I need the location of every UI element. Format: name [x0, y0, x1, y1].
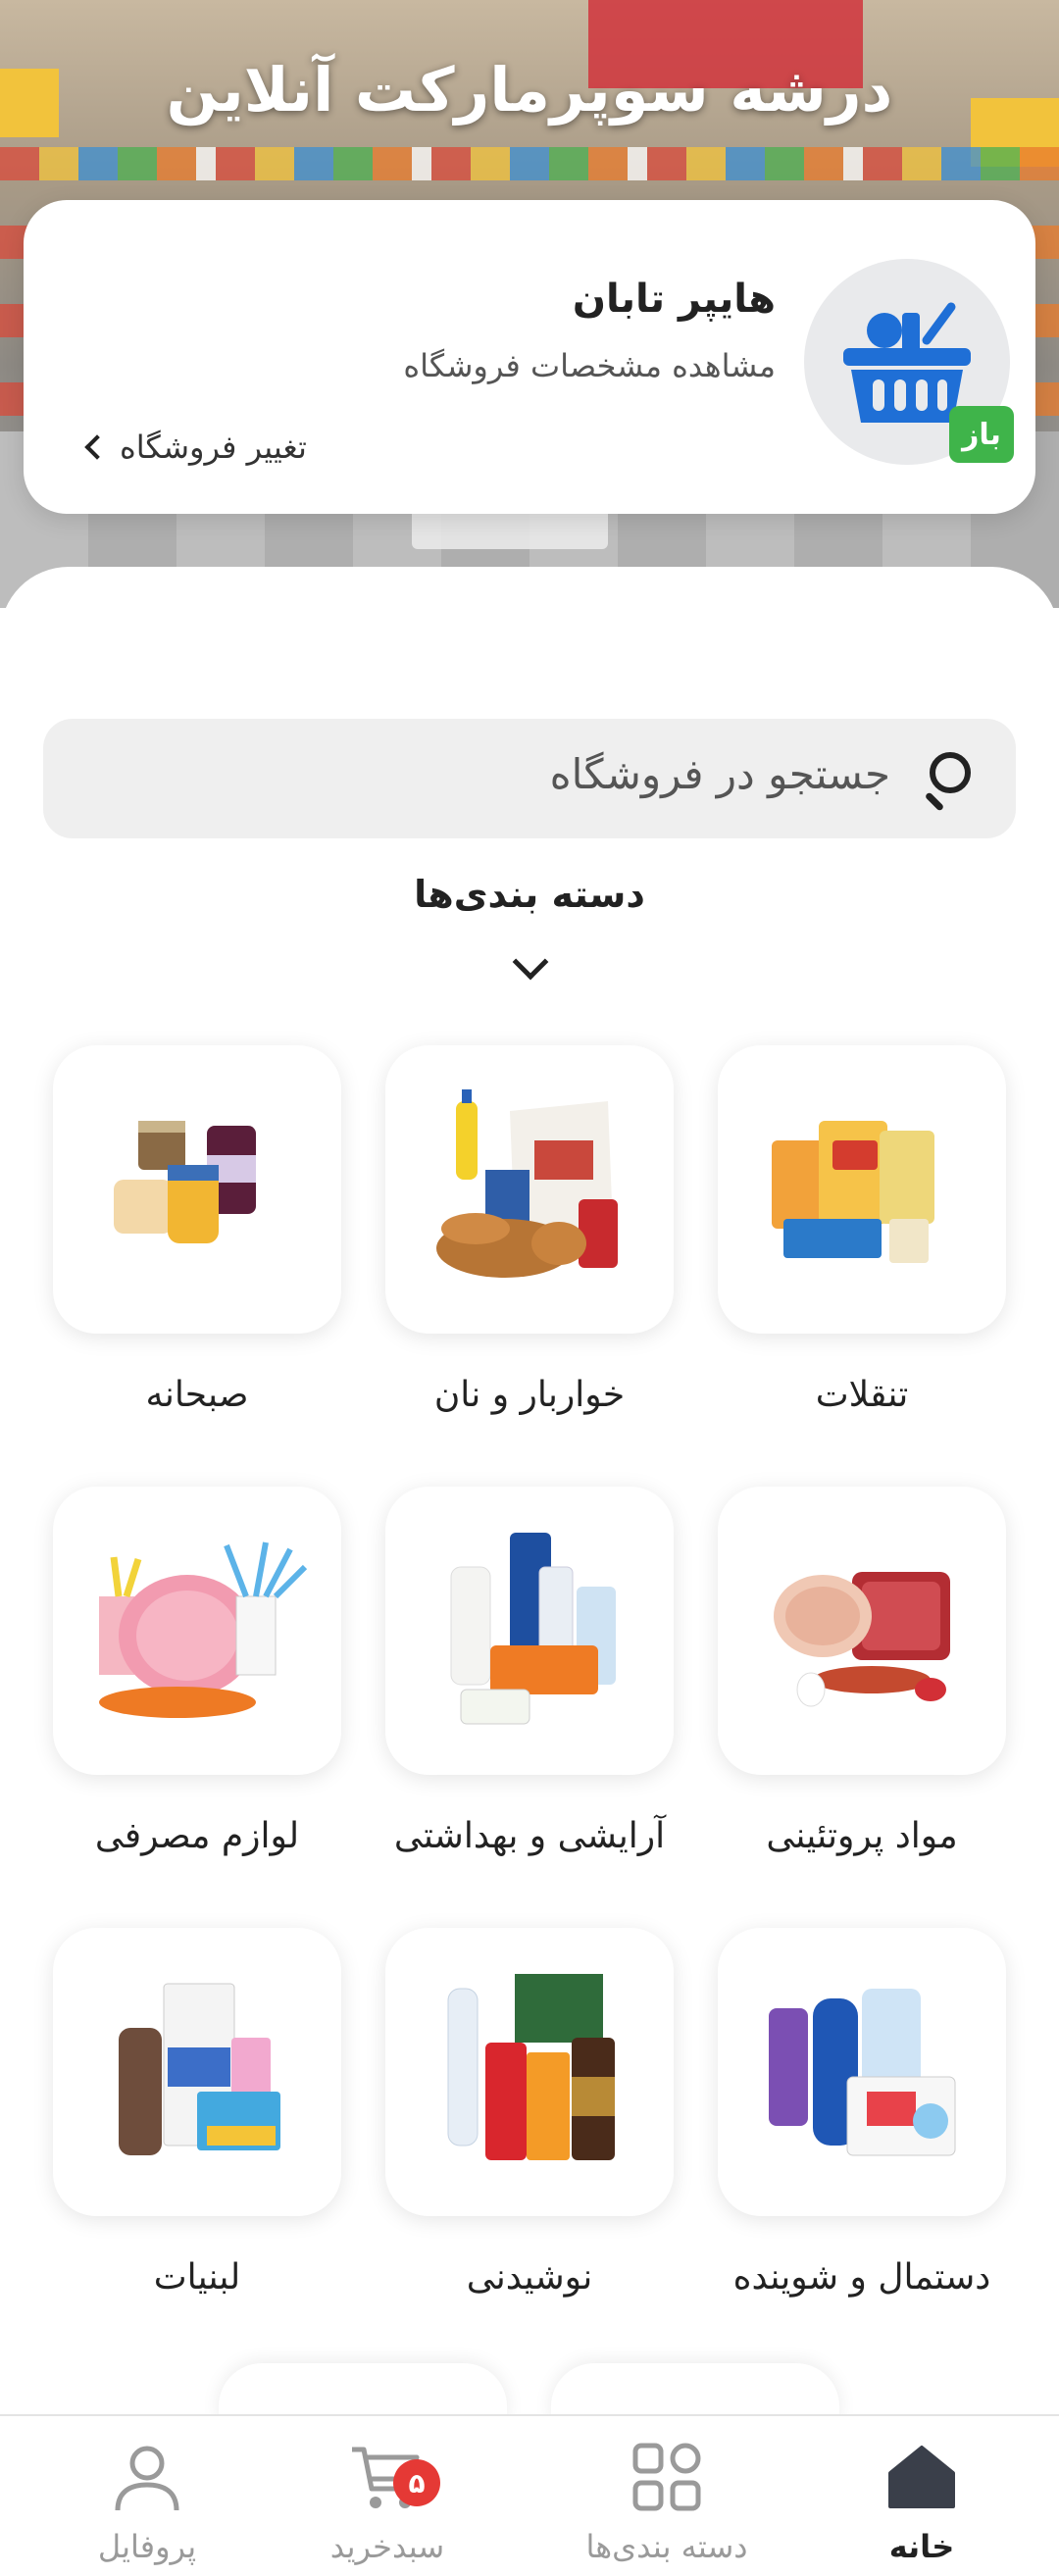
protein-image	[774, 1572, 950, 1707]
store-name: هایپر تابان	[572, 277, 776, 322]
nav-cart-label: سبدخرید	[329, 2528, 445, 2565]
snacks-image	[772, 1121, 934, 1263]
nav-profile-label: پروفایل	[97, 2528, 197, 2565]
category-tile[interactable]	[53, 1045, 341, 1334]
tissues-detergents-image	[769, 1989, 956, 2156]
nav-cart[interactable]: ۵ سبدخرید	[260, 2438, 515, 2565]
category-disposables[interactable]: لوازم مصرفی	[53, 1487, 341, 1856]
beverages-image	[447, 1974, 615, 2160]
category-breakfast[interactable]: صبحانه	[53, 1045, 341, 1415]
nav-categories[interactable]: دسته بندی‌ها	[539, 2438, 794, 2565]
change-store-link[interactable]: تغییر فروشگاه	[84, 429, 307, 466]
category-tile-peek	[551, 2363, 839, 2422]
app-title: درشه سوپرمارکت آنلاین	[166, 54, 893, 126]
cart-count-badge: ۵	[393, 2459, 440, 2506]
category-snacks[interactable]: تنقلات	[718, 1045, 1006, 1415]
bottom-nav: خانه دسته بندی‌ها ۵ سبدخرید	[0, 2414, 1059, 2576]
category-dairy[interactable]: لبنیات	[53, 1928, 341, 2298]
chevron-left-icon	[84, 434, 110, 460]
category-tile[interactable]	[53, 1487, 341, 1775]
category-tile-peek	[219, 2363, 507, 2422]
search-icon	[922, 748, 981, 812]
nav-home-label: خانه	[888, 2528, 955, 2565]
category-label: لبنیات	[153, 2257, 241, 2298]
status-badge: باز	[949, 406, 1014, 463]
category-label: آرایشی و بهداشتی	[393, 1816, 666, 1856]
category-label: خواربار و نان	[433, 1375, 626, 1415]
category-tile[interactable]	[53, 1928, 341, 2216]
category-tile[interactable]	[718, 1045, 1006, 1334]
store-details-link[interactable]: مشاهده مشخصات فروشگاه	[403, 347, 776, 384]
search-input[interactable]: جستجو در فروشگاه	[43, 719, 1016, 838]
grid-icon	[628, 2438, 706, 2516]
user-icon	[108, 2438, 186, 2516]
category-label: صبحانه	[145, 1375, 249, 1415]
category-tile[interactable]	[718, 1487, 1006, 1775]
hero-bg-shelf	[0, 147, 1059, 180]
category-label: نوشیدنی	[466, 2257, 593, 2298]
category-tile[interactable]	[385, 1045, 674, 1334]
category-tile[interactable]	[385, 1487, 674, 1775]
breakfast-image	[114, 1121, 256, 1243]
change-store-label: تغییر فروشگاه	[120, 429, 307, 466]
cart-icon: ۵	[348, 2438, 440, 2516]
home-icon	[882, 2438, 961, 2516]
category-protein[interactable]: مواد پروتئینی	[718, 1487, 1006, 1856]
category-tile[interactable]	[718, 1928, 1006, 2216]
category-cosmetics-hygiene[interactable]: آرایشی و بهداشتی	[385, 1487, 674, 1856]
groceries-bread-image	[436, 1089, 618, 1278]
cosmetics-hygiene-image	[450, 1533, 616, 1725]
disposables-image	[99, 1541, 308, 1718]
category-label: دستمال و شوینده	[732, 2257, 991, 2298]
category-label: مواد پروتئینی	[766, 1816, 958, 1856]
nav-home[interactable]: خانه	[794, 2438, 1049, 2565]
category-label: لوازم مصرفی	[94, 1816, 300, 1856]
category-tile[interactable]	[385, 1928, 674, 2216]
dairy-image	[119, 1983, 280, 2155]
category-groceries-bread[interactable]: خواربار و نان	[385, 1045, 674, 1415]
categories-section-title: دسته بندی‌ها	[414, 873, 645, 916]
nav-profile[interactable]: پروفایل	[20, 2438, 275, 2565]
category-tissues-detergents[interactable]: دستمال و شوینده	[718, 1928, 1006, 2298]
store-card[interactable]: باز هایپر تابان مشاهده مشخصات فروشگاه تغ…	[24, 200, 1035, 514]
search-placeholder: جستجو در فروشگاه	[549, 750, 890, 798]
category-beverages[interactable]: نوشیدنی	[385, 1928, 674, 2298]
nav-categories-label: دسته بندی‌ها	[585, 2528, 748, 2565]
category-label: تنقلات	[815, 1375, 909, 1415]
